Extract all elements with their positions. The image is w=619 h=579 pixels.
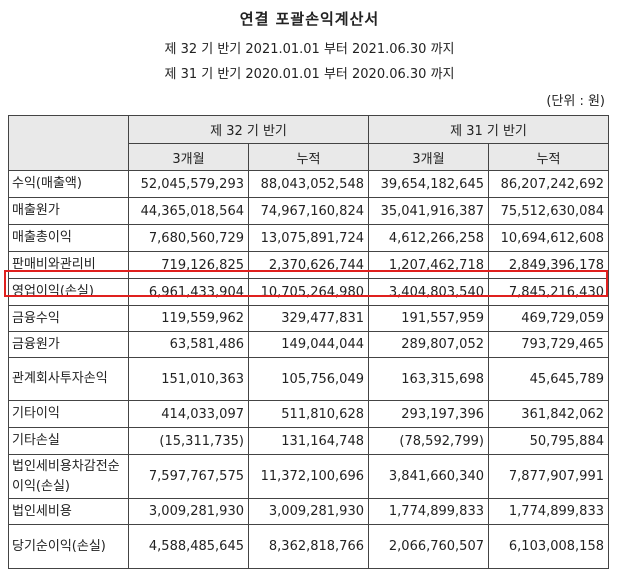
header-prior-3month: 3개월 bbox=[368, 143, 489, 171]
table-row: 당기순이익(손실) 4,588,485,645 8,362,818,766 2,066… bbox=[8, 524, 609, 569]
value-cell: 119,559,962 bbox=[128, 305, 249, 332]
period-current: 제 32 기 반기 2021.01.01 부터 2021.06.30 까지 bbox=[164, 42, 455, 57]
table-row: 수익(매출액) 52,045,579,293 88,043,052,548 39,65… bbox=[8, 170, 609, 198]
value-cell: 10,694,612,608 bbox=[488, 224, 609, 252]
value-cell: 2,370,626,744 bbox=[248, 251, 369, 279]
table-row: 금융수익 119,559,962 329,477,831 191,557,959 469… bbox=[8, 305, 609, 332]
row-label: 기타이익 bbox=[8, 400, 129, 428]
value-cell: 11,372,100,696 bbox=[248, 454, 369, 499]
row-label: 당기순이익(손실) bbox=[8, 524, 129, 569]
header-current-3month: 3개월 bbox=[128, 143, 249, 171]
table-row: 판매비와관리비 719,126,825 2,370,626,744 1,207,462… bbox=[8, 251, 609, 279]
table-row: 금융원가 63,581,486 149,044,044 289,807,052 793,… bbox=[8, 331, 609, 358]
value-cell: 6,103,008,158 bbox=[488, 524, 609, 569]
value-cell: 88,043,052,548 bbox=[248, 170, 369, 198]
value-cell: 45,645,789 bbox=[488, 357, 609, 401]
table-row: 관계회사투자손익 151,010,363 105,756,049 163,315,69… bbox=[8, 357, 609, 401]
header-prior-cumulative: 누적 bbox=[488, 143, 609, 171]
value-cell: 63,581,486 bbox=[128, 331, 249, 358]
value-cell: 7,680,560,729 bbox=[128, 224, 249, 252]
value-cell: 293,197,396 bbox=[368, 400, 489, 428]
value-cell: 7,597,767,575 bbox=[128, 454, 249, 499]
value-cell: 289,807,052 bbox=[368, 331, 489, 358]
value-cell: 1,774,899,833 bbox=[368, 498, 489, 525]
table-row: 기타손실 (15,311,735) 131,164,748 (78,592,799) 5… bbox=[8, 427, 609, 455]
value-cell: 7,845,216,430 bbox=[488, 278, 609, 306]
value-cell: 74,967,160,824 bbox=[248, 197, 369, 225]
value-cell: 105,756,049 bbox=[248, 357, 369, 401]
value-cell: 149,044,044 bbox=[248, 331, 369, 358]
value-cell: 361,842,062 bbox=[488, 400, 609, 428]
value-cell: 86,207,242,692 bbox=[488, 170, 609, 198]
header-current-period: 제 32 기 반기 bbox=[128, 115, 369, 144]
value-cell: 329,477,831 bbox=[248, 305, 369, 332]
value-cell: 3,841,660,340 bbox=[368, 454, 489, 499]
value-cell: 75,512,630,084 bbox=[488, 197, 609, 225]
value-cell: 469,729,059 bbox=[488, 305, 609, 332]
table-row: 영업이익(손실) 6,961,433,904 10,705,264,980 3,404… bbox=[8, 278, 609, 306]
value-cell: 2,849,396,178 bbox=[488, 251, 609, 279]
row-label: 관계회사투자손익 bbox=[8, 357, 129, 401]
table-row: 매출총이익 7,680,560,729 13,075,891,724 4,612,26… bbox=[8, 224, 609, 252]
income-statement-table: 제 32 기 반기 제 31 기 반기 3개월 누적 3개월 누적 수익(매출액… bbox=[8, 115, 609, 569]
value-cell: 44,365,018,564 bbox=[128, 197, 249, 225]
value-cell: 6,961,433,904 bbox=[128, 278, 249, 306]
period-prior: 제 31 기 반기 2020.01.01 부터 2020.06.30 까지 bbox=[164, 67, 455, 82]
row-label: 법인세비용 bbox=[8, 498, 129, 525]
header-blank bbox=[8, 115, 129, 171]
value-cell: 793,729,465 bbox=[488, 331, 609, 358]
value-cell: 1,207,462,718 bbox=[368, 251, 489, 279]
value-cell: 3,009,281,930 bbox=[128, 498, 249, 525]
row-label: 영업이익(손실) bbox=[8, 278, 129, 306]
table-row: 법인세비용 3,009,281,930 3,009,281,930 1,774,899… bbox=[8, 498, 609, 525]
value-cell: 7,877,907,991 bbox=[488, 454, 609, 499]
table-row: 매출원가 44,365,018,564 74,967,160,824 35,041,9… bbox=[8, 197, 609, 225]
row-label: 금융수익 bbox=[8, 305, 129, 332]
row-label: 매출총이익 bbox=[8, 224, 129, 252]
value-cell: 151,010,363 bbox=[128, 357, 249, 401]
value-cell: (15,311,735) bbox=[128, 427, 249, 455]
value-cell: 511,810,628 bbox=[248, 400, 369, 428]
table-body: 수익(매출액) 52,045,579,293 88,043,052,548 39,65… bbox=[8, 170, 609, 569]
value-cell: 10,705,264,980 bbox=[248, 278, 369, 306]
value-cell: 3,404,803,540 bbox=[368, 278, 489, 306]
value-cell: 4,588,485,645 bbox=[128, 524, 249, 569]
value-cell: 52,045,579,293 bbox=[128, 170, 249, 198]
value-cell: 163,315,698 bbox=[368, 357, 489, 401]
statement-title: 연결 포괄손익계산서 bbox=[239, 10, 380, 28]
header-prior-period: 제 31 기 반기 bbox=[368, 115, 609, 144]
value-cell: 131,164,748 bbox=[248, 427, 369, 455]
table-row: 기타이익 414,033,097 511,810,628 293,197,396 361… bbox=[8, 400, 609, 428]
value-cell: 191,557,959 bbox=[368, 305, 489, 332]
value-cell: 414,033,097 bbox=[128, 400, 249, 428]
row-label: 법인세비용차감전순이익(손실) bbox=[8, 454, 129, 499]
table-row: 법인세비용차감전순이익(손실) 7,597,767,575 11,372,100,6… bbox=[8, 454, 609, 499]
header-current-cumulative: 누적 bbox=[248, 143, 369, 171]
value-cell: 35,041,916,387 bbox=[368, 197, 489, 225]
value-cell: 4,612,266,258 bbox=[368, 224, 489, 252]
value-cell: 2,066,760,507 bbox=[368, 524, 489, 569]
row-label: 기타손실 bbox=[8, 427, 129, 455]
value-cell: 50,795,884 bbox=[488, 427, 609, 455]
value-cell: 8,362,818,766 bbox=[248, 524, 369, 569]
value-cell: 719,126,825 bbox=[128, 251, 249, 279]
value-cell: 13,075,891,724 bbox=[248, 224, 369, 252]
value-cell: 39,654,182,645 bbox=[368, 170, 489, 198]
value-cell: 3,009,281,930 bbox=[248, 498, 369, 525]
unit-label: (단위 : 원) bbox=[546, 94, 605, 109]
row-label: 매출원가 bbox=[8, 197, 129, 225]
row-label: 판매비와관리비 bbox=[8, 251, 129, 279]
value-cell: 1,774,899,833 bbox=[488, 498, 609, 525]
value-cell: (78,592,799) bbox=[368, 427, 489, 455]
row-label: 금융원가 bbox=[8, 331, 129, 358]
row-label: 수익(매출액) bbox=[8, 170, 129, 198]
